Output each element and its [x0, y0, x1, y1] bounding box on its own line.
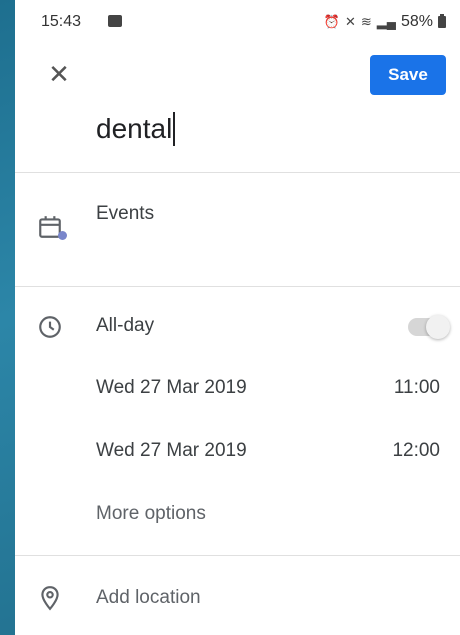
divider	[15, 555, 460, 556]
event-title-text: dental	[96, 113, 173, 144]
end-date[interactable]: Wed 27 Mar 2019	[96, 440, 247, 462]
location-pin-icon	[41, 586, 59, 611]
text-cursor	[173, 112, 176, 146]
status-time: 15:43	[41, 13, 82, 30]
more-options-link[interactable]: More options	[96, 503, 206, 525]
mute-icon: ✕	[344, 14, 356, 29]
event-title-input[interactable]: dental	[96, 112, 176, 146]
alarm-icon: ⏰	[323, 14, 340, 29]
all-day-label: All-day	[96, 315, 155, 336]
status-indicators: ⏰ ✕ ≋ ▂▄ 58%	[324, 13, 446, 31]
toggle-knob	[426, 315, 450, 339]
end-time[interactable]: 12:00	[392, 440, 440, 462]
battery-icon	[438, 14, 446, 28]
all-day-toggle[interactable]	[408, 315, 450, 339]
close-icon[interactable]: ✕	[45, 60, 73, 88]
add-location-label: Add location	[96, 587, 201, 608]
status-bar: 15:43 ⏰ ✕ ≋ ▂▄ 58%	[15, 0, 460, 44]
start-time[interactable]: 11:00	[394, 377, 440, 399]
save-button[interactable]: Save	[370, 55, 446, 95]
battery-percent: 58%	[400, 13, 433, 30]
calendar-label: Events	[96, 203, 155, 224]
wifi-icon: ≋	[360, 14, 372, 29]
start-date[interactable]: Wed 27 Mar 2019	[96, 377, 247, 399]
divider	[15, 286, 460, 287]
divider	[15, 172, 460, 173]
signal-icon: ▂▄	[376, 14, 396, 29]
clock-icon	[39, 316, 61, 338]
image-notification-icon	[108, 15, 122, 27]
phone-screen: 15:43 ⏰ ✕ ≋ ▂▄ 58% ✕ Save dental Events	[15, 0, 460, 635]
calendar-color-dot	[58, 231, 67, 240]
